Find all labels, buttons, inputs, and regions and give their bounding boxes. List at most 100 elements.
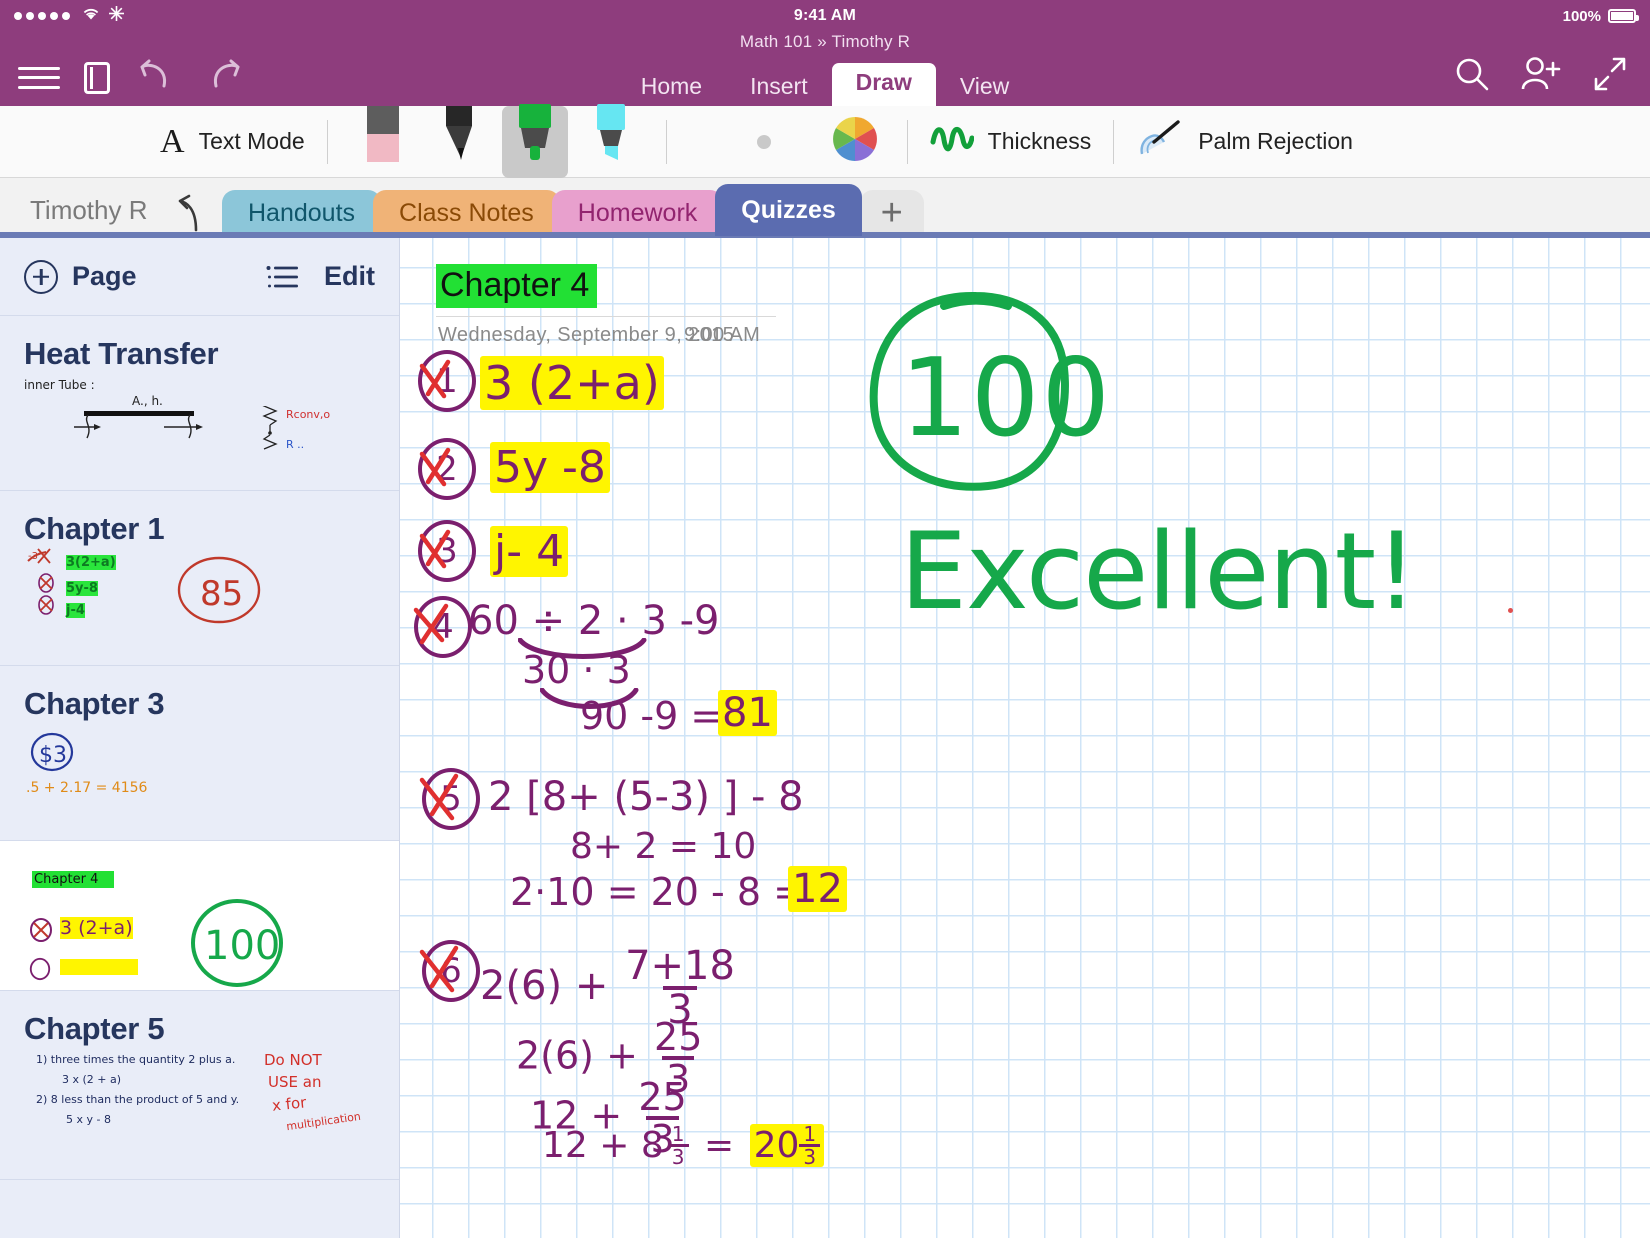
- expression-part: 2(6) +: [516, 1034, 650, 1078]
- problem-6-line-4: 12 + 8 1 3 = 20 1 3: [542, 1124, 824, 1167]
- thickness-button[interactable]: Thickness: [930, 124, 1092, 159]
- sidebar-page-heat-transfer[interactable]: Heat Transfer inner Tube : A., h.: [0, 316, 399, 491]
- preview-problem-mark: [28, 917, 54, 943]
- highlighted-expression: 5y -8: [490, 442, 610, 493]
- palm-rejection-button[interactable]: Palm Rejection: [1136, 120, 1353, 163]
- notebook-owner-label: Timothy R: [30, 195, 148, 226]
- ribbon-tab-draw[interactable]: Draw: [832, 63, 936, 106]
- preview-note: multiplication: [285, 1110, 361, 1133]
- sidebar-page-title: Heat Transfer: [24, 336, 375, 372]
- ribbon-tab-view[interactable]: View: [936, 67, 1033, 106]
- notebook-tab-label: Handouts: [248, 199, 355, 228]
- preview-label: Chapter 4: [32, 871, 114, 888]
- notebook-tab-quizzes[interactable]: Quizzes: [715, 184, 861, 236]
- edit-button[interactable]: Edit: [324, 261, 375, 292]
- problem-4-line-3: 90 -9 =: [580, 694, 722, 738]
- highlighter-tool[interactable]: [502, 106, 568, 178]
- add-page-button[interactable]: Page: [24, 260, 137, 294]
- fraction-numerator: 1: [668, 1124, 689, 1144]
- problem-5-line-3: 2·10 = 20 - 8 =: [510, 870, 805, 914]
- toolbar-divider-1: [327, 120, 328, 164]
- app-navbar: Math 101 » Timothy R Home Inser: [0, 32, 1650, 106]
- preview-label: 3 x (2 + a): [62, 1073, 121, 1086]
- notebook-tab-handouts[interactable]: Handouts: [222, 190, 381, 236]
- preview-problem-mark: [28, 957, 52, 981]
- highlighted-answer: 12: [788, 866, 847, 912]
- add-notebook-tab-button[interactable]: +: [860, 190, 924, 236]
- color-swatch-red-wrap[interactable]: [791, 135, 805, 149]
- color-wheel-wrap[interactable]: [825, 109, 885, 174]
- problem-number-2: 2: [418, 438, 476, 500]
- problem-number-1: 1: [418, 350, 476, 412]
- text-mode-button[interactable]: A Text Mode: [160, 125, 305, 159]
- expression-part: 12 + 8: [542, 1125, 664, 1166]
- preview-label: 5 x y - 8: [66, 1113, 111, 1126]
- preview-marks: -3: [24, 547, 94, 637]
- ribbon-tab-insert[interactable]: Insert: [726, 67, 832, 106]
- back-arrow-icon[interactable]: [176, 194, 202, 230]
- color-swatch-blue-wrap[interactable]: [723, 135, 737, 149]
- marker-tool[interactable]: [578, 106, 644, 178]
- notebook-tab-label: Class Notes: [399, 199, 534, 228]
- preview-label: 3 (2+a): [60, 917, 133, 939]
- toolbar-divider-2: [666, 120, 667, 164]
- problem-2-line-1: 5y -8: [490, 442, 610, 493]
- check-mark-icon: [414, 518, 476, 584]
- page-title-text: Chapter 4: [436, 264, 597, 308]
- sidebar-header-actions: Edit: [266, 261, 375, 292]
- fraction-1-over-3: 1 3: [799, 1124, 820, 1167]
- status-bar-clock: 9:41 AM: [0, 7, 1650, 25]
- notebook-tab-class-notes[interactable]: Class Notes: [373, 190, 560, 236]
- add-page-label: Page: [72, 261, 137, 292]
- palm-rejection-label: Palm Rejection: [1198, 128, 1353, 155]
- problem-5-line-1: 2 [8+ (5-3) ] - 8: [488, 774, 804, 820]
- sidebar-page-chapter-1[interactable]: Chapter 1 3(2+a) 5y-8 j-4 -3 85: [0, 491, 399, 666]
- eraser-tool[interactable]: [350, 106, 416, 178]
- preview-label: 2) 8 less than the product of 5 and y.: [36, 1093, 239, 1106]
- fraction-numerator: 1: [799, 1124, 820, 1144]
- preview-note: x for: [271, 1093, 307, 1114]
- problem-4-line-2: 30 · 3: [522, 648, 631, 692]
- problem-number-6: 6: [422, 940, 480, 1002]
- status-bar-right: 100%: [1563, 8, 1636, 25]
- notebook-tab-homework[interactable]: Homework: [552, 190, 723, 236]
- preview-label: [60, 959, 138, 975]
- expression-part: 2(6) +: [480, 963, 621, 1009]
- notebook-tab-label: Quizzes: [741, 196, 835, 225]
- preview-label: inner Tube :: [24, 378, 95, 392]
- preview-sketch: [74, 406, 399, 476]
- sidebar-page-title: Chapter 1: [24, 511, 375, 547]
- grade-comment: Excellent!: [900, 510, 1417, 633]
- page-title: Chapter 4: [436, 266, 597, 305]
- notebook-tab-bar: Timothy R Handouts Class Notes Homework …: [0, 178, 1650, 236]
- list-icon[interactable]: [266, 265, 298, 289]
- problem-number-3: 3: [418, 520, 476, 582]
- color-swatch-black-wrap[interactable]: [689, 135, 703, 149]
- pen-tool[interactable]: [426, 106, 492, 178]
- page-time: 9:00 AM: [684, 324, 760, 347]
- svg-text:100: 100: [204, 923, 280, 969]
- note-canvas[interactable]: Chapter 4 Wednesday, September 9, 2015 9…: [400, 238, 1650, 1238]
- signal-dots-icon: [14, 12, 70, 20]
- problem-5-line-2: 8+ 2 = 10: [570, 826, 756, 867]
- fraction-numerator: 25: [650, 1018, 706, 1056]
- hand-pen-icon: [1136, 120, 1184, 163]
- sidebar-page-chapter-3[interactable]: Chapter 3 $3 .5 + 2.17 = 4156: [0, 666, 399, 841]
- color-swatch-green-wrap[interactable]: [757, 135, 771, 149]
- check-mark-icon: [418, 938, 480, 1004]
- expression-part: =: [693, 1125, 746, 1166]
- fraction-numerator: 25: [634, 1078, 690, 1116]
- preview-grade: 100: [184, 889, 294, 991]
- problem-1-line-1: 3 (2+a): [480, 356, 664, 410]
- plus-circle-icon: [24, 260, 58, 294]
- check-mark-icon: [414, 348, 476, 414]
- sidebar-page-chapter-5[interactable]: Chapter 5 1) three times the quantity 2 …: [0, 991, 399, 1180]
- letter-a-icon: A: [160, 125, 185, 159]
- color-wheel-icon[interactable]: [832, 116, 878, 167]
- svg-text:$3: $3: [39, 743, 67, 768]
- pen-tool-group: [350, 106, 644, 178]
- toolbar-divider-4: [1113, 120, 1114, 164]
- expression-part: 20: [754, 1125, 800, 1166]
- preview-score: $3: [26, 728, 86, 778]
- sidebar-page-chapter-4[interactable]: Chapter 4 3 (2+a) 100: [0, 841, 399, 991]
